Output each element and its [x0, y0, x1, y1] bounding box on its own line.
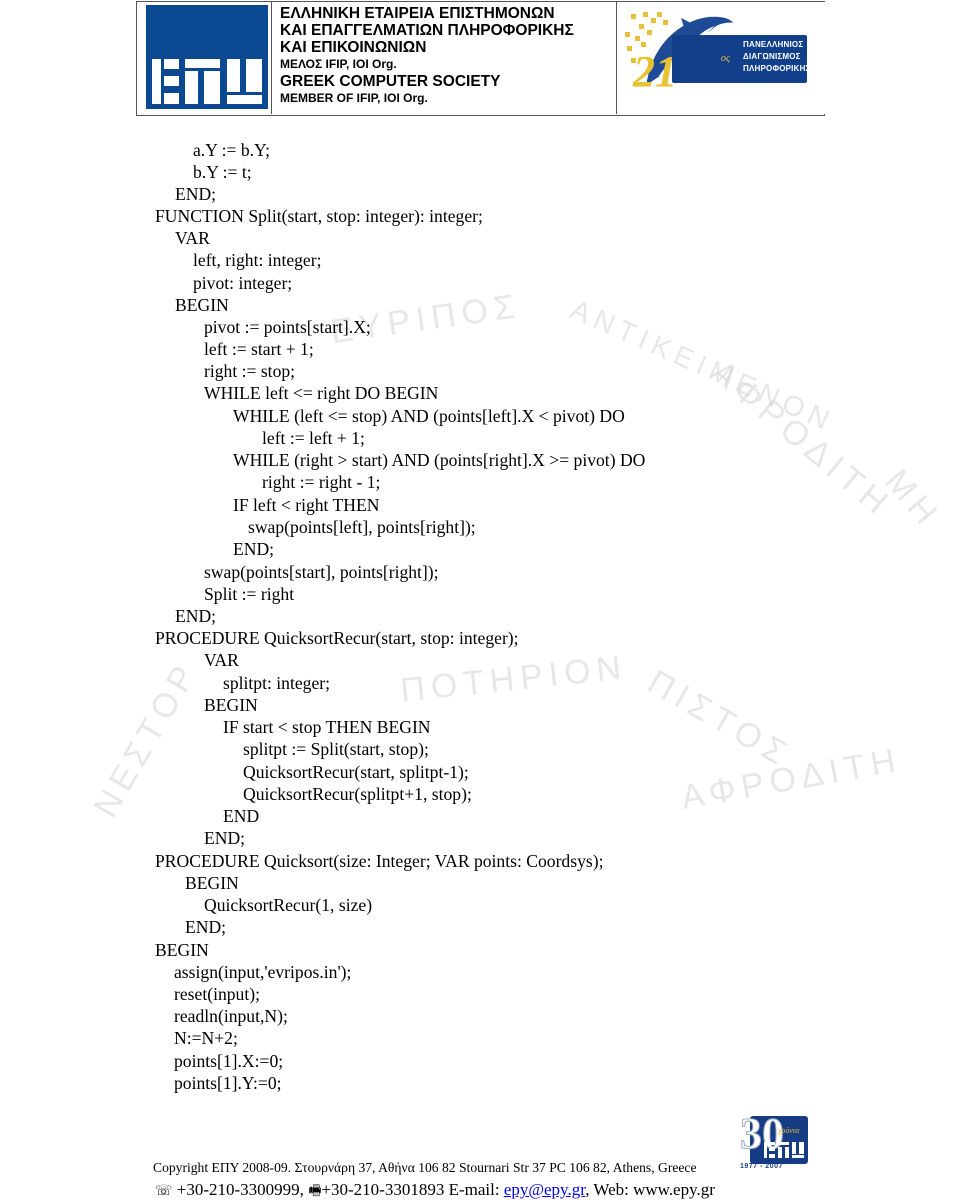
code-line: IF left < right THEN	[233, 495, 380, 515]
anniversary-label: χρόνια	[778, 1126, 800, 1135]
epy-logo	[137, 2, 272, 114]
org-membership-greek: ΜΕΛΟΣ IFIP, IOI Org.	[280, 57, 397, 71]
code-line: PROCEDURE Quicksort(size: Integer; VAR p…	[155, 851, 604, 871]
watermark-text: ΝΕΣΤΟΡ	[86, 654, 207, 824]
code-line: points[1].Y:=0;	[174, 1073, 282, 1093]
footer-contact: ☏ +30-210-3300999, 🖷+30-210-3301893 E-ma…	[155, 1180, 715, 1204]
code-line: swap(points[left], points[right]);	[248, 517, 476, 537]
code-line: readln(input,N);	[174, 1006, 288, 1026]
code-line: Split := right	[204, 584, 295, 604]
code-line: left, right: integer;	[193, 250, 322, 270]
website: , Web: www.epy.gr	[585, 1180, 715, 1199]
code-line: END;	[185, 917, 227, 937]
watermark-text: ΑΦΡΟΔΙΤΗ	[704, 352, 900, 526]
code-line: left := start + 1;	[204, 339, 314, 359]
watermark-text: ΠΟΤΗΡΙΟΝ	[398, 648, 629, 710]
code-line: points[1].X:=0;	[174, 1051, 284, 1071]
code-line: BEGIN	[175, 295, 229, 315]
code-line: VAR	[175, 228, 210, 248]
code-line: pivot: integer;	[193, 273, 293, 293]
code-line: END;	[175, 606, 217, 626]
code-line: right := stop;	[204, 361, 296, 381]
contest-logo: ΠΑΝΕΛΛΗΝΙΟΣ ΔΙΑΓΩΝΙΣΜΟΣ ΠΛΗΡΟΦΟΡΙΚΗΣ 21 …	[616, 2, 825, 114]
organization-name: ΕΛΛΗΝΙΚΗ ΕΤΑΙΡΕΙΑ ΕΠΙΣΤΗΜΟΝΩΝ ΚΑΙ ΕΠΑΓΓΕ…	[280, 5, 574, 107]
contest-number-suffix: ος	[721, 53, 731, 64]
code-line: BEGIN	[155, 940, 209, 960]
letterhead: ΕΛΛΗΝΙΚΗ ΕΤΑΙΡΕΙΑ ΕΠΙΣΤΗΜΟΝΩΝ ΚΑΙ ΕΠΑΓΓΕ…	[136, 1, 825, 116]
epy-mini-logo	[764, 1142, 804, 1158]
code-line: N:=N+2;	[174, 1028, 238, 1048]
code-line: QuicksortRecur(1, size)	[204, 895, 373, 915]
contest-number: 21	[633, 47, 677, 96]
code-line: splitpt: integer;	[223, 673, 331, 693]
code-line: FUNCTION Split(start, stop: integer): in…	[155, 206, 483, 226]
fax-number: +30-210-3301893 E-mail:	[321, 1180, 504, 1199]
org-name-line: ΚΑΙ ΕΠΙΚΟΙΝΩΝΙΩΝ	[280, 39, 427, 56]
code-line: END;	[204, 828, 246, 848]
code-line: splitpt := Split(start, stop);	[243, 739, 429, 759]
anniversary-logo: 30 χρόνια 1977 - 2007	[740, 1109, 808, 1174]
org-name-line: ΕΛΛΗΝΙΚΗ ΕΤΑΙΡΕΙΑ ΕΠΙΣΤΗΜΟΝΩΝ	[280, 5, 555, 22]
code-line: BEGIN	[204, 695, 258, 715]
org-membership-english: MEMBER OF IFIP, IOI Org.	[280, 91, 428, 105]
code-line: BEGIN	[185, 873, 239, 893]
code-line: a.Y := b.Y;	[193, 140, 271, 160]
code-line: reset(input);	[174, 984, 260, 1004]
code-line: IF start < stop THEN BEGIN	[223, 717, 431, 737]
code-line: END	[223, 806, 260, 826]
code-line: b.Y := t;	[193, 162, 252, 182]
code-line: END;	[175, 184, 217, 204]
code-line: WHILE (left <= stop) AND (points[left].X…	[233, 406, 625, 426]
code-line: PROCEDURE QuicksortRecur(start, stop: in…	[155, 628, 519, 648]
contest-title-line: ΠΑΝΕΛΛΗΝΙΟΣ	[743, 40, 804, 49]
org-name-english: GREEK COMPUTER SOCIETY	[280, 73, 501, 90]
phone-number: +30-210-3300999,	[172, 1180, 309, 1199]
contest-title-line: ΔΙΑΓΩΝΙΣΜΟΣ	[743, 52, 801, 61]
code-line: WHILE (right > start) AND (points[right]…	[233, 450, 646, 470]
email-link[interactable]: epy@epy.gr	[504, 1180, 585, 1199]
fax-icon: 🖷	[308, 1183, 322, 1199]
code-line: QuicksortRecur(start, splitpt-1);	[243, 762, 469, 782]
contest-title-line: ΠΛΗΡΟΦΟΡΙΚΗΣ	[743, 64, 811, 73]
code-line: VAR	[204, 650, 239, 670]
code-line: left := left + 1;	[262, 428, 365, 448]
code-line: END;	[233, 539, 275, 559]
phone-icon: ☏	[155, 1183, 173, 1199]
code-line: swap(points[start], points[right]);	[204, 562, 439, 582]
code-line: right := right - 1;	[262, 472, 381, 492]
watermark-text: ΠΙΣΤΟΣ	[641, 662, 798, 776]
code-line: WHILE left <= right DO BEGIN	[204, 383, 439, 403]
anniversary-years: 1977 - 2007	[740, 1163, 783, 1170]
contest-banner: ΠΑΝΕΛΛΗΝΙΟΣ ΔΙΑΓΩΝΙΣΜΟΣ ΠΛΗΡΟΦΟΡΙΚΗΣ	[672, 35, 810, 83]
epy-logo-mark	[146, 5, 268, 109]
code-line: pivot := points[start].X;	[204, 317, 371, 337]
org-name-line: ΚΑΙ ΕΠΑΓΓΕΛΜΑΤΙΩΝ ΠΛΗΡΟΦΟΡΙΚΗΣ	[280, 22, 574, 39]
code-line: assign(input,'evripos.in');	[174, 962, 352, 982]
footer-copyright: Copyright ΕΠΥ 2008-09. Στουρνάρη 37, Αθή…	[153, 1160, 697, 1175]
watermark-text: ΜΗ	[877, 462, 949, 537]
contest-title: ΠΑΝΕΛΛΗΝΙΟΣ ΔΙΑΓΩΝΙΣΜΟΣ ΠΛΗΡΟΦΟΡΙΚΗΣ	[743, 39, 811, 75]
code-line: QuicksortRecur(splitpt+1, stop);	[243, 784, 472, 804]
